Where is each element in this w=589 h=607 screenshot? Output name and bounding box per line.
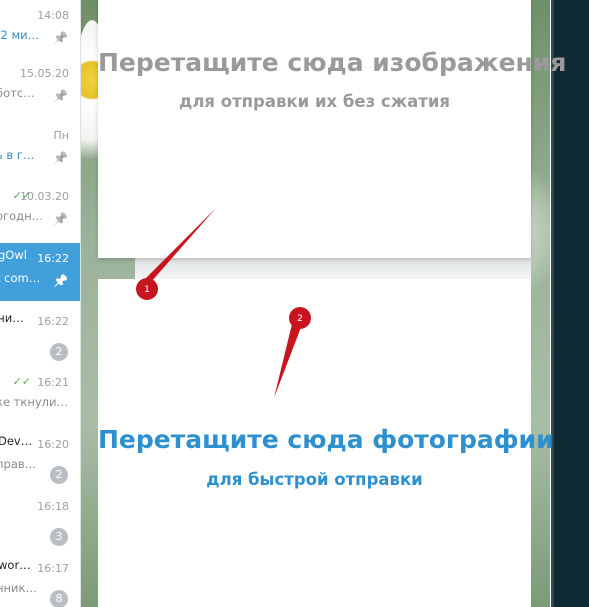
chat-title: чи… (0, 311, 24, 325)
drop-zone-uncompressed[interactable]: Перетащите сюда изображения для отправки… (98, 0, 567, 258)
chat-list-item[interactable]: огодн… 10.03.20 ✓✓ 📌 (0, 181, 80, 239)
chat-preview: (2 ми… (0, 28, 40, 42)
drop-zone-uncompressed-title: Перетащите сюда изображения (98, 48, 567, 77)
chat-time: 16:20 (37, 438, 69, 451)
chat-time: 16:18 (37, 500, 69, 513)
chat-title: gOwl (0, 248, 27, 262)
chat-list-item[interactable]: ботс… 15.05.20 📌 (0, 58, 80, 116)
unread-badge: 8 (50, 590, 68, 607)
chat-time: 16:17 (37, 562, 69, 575)
chat-preview: нник… (0, 581, 37, 595)
chat-list-item[interactable]: ке ткнули… 16:21 ✓✓ (0, 367, 80, 425)
pin-icon: 📌 (53, 212, 68, 226)
chat-title: Dev… (0, 434, 33, 448)
pin-icon: 📌 (53, 89, 68, 103)
pin-icon: 📌 (53, 31, 68, 45)
pin-icon: 📌 (53, 151, 68, 165)
double-check-icon: ✓✓ (12, 375, 31, 388)
chat-list-item[interactable]: чи… 16:22 2 (0, 306, 80, 364)
chat-preview: ке ткнули… (0, 395, 68, 409)
chat-time: 15.05.20 (20, 67, 69, 80)
chat-time: 16:21 (37, 376, 69, 389)
chat-preview: ь в г… (0, 148, 35, 162)
chat-time: 16:22 (37, 252, 69, 265)
chat-list-item[interactable]: gOwl t com… 16:22 📌 (0, 243, 80, 301)
chat-list-item[interactable]: wor… нник… 16:17 8 (0, 553, 80, 607)
chat-time: 16:22 (37, 315, 69, 328)
unread-badge: 3 (50, 528, 68, 546)
drop-zone-separator (135, 258, 531, 279)
unread-badge: 2 (50, 343, 68, 361)
chat-preview: ботс… (0, 86, 35, 100)
drop-zone-quick-send-title: Перетащите сюда фотографии (98, 425, 554, 454)
chat-time: Пн (53, 129, 69, 142)
chat-list-item[interactable]: 16:18 3 (0, 491, 80, 549)
double-check-icon: ✓✓ (12, 189, 31, 202)
chat-list[interactable]: (2 ми… 14:08 📌 ботс… 15.05.20 📌 ь в г… Пн 📌 огодн… (0, 0, 81, 607)
chat-time: 14:08 (37, 9, 69, 22)
drop-zone-quick-send[interactable]: Перетащите сюда фотографии для быстрой о… (98, 279, 554, 607)
pin-icon: 📌 (53, 274, 68, 288)
chat-list-item[interactable]: (2 ми… 14:08 📌 (0, 0, 80, 58)
right-side-panel (551, 0, 589, 607)
drop-zone-quick-send-subtitle: для быстрой отправки (206, 470, 423, 489)
chat-list-item[interactable]: ь в г… Пн 📌 (0, 120, 80, 178)
drop-zone-uncompressed-subtitle: для отправки их без сжатия (179, 92, 450, 111)
chat-preview: огодн… (0, 209, 44, 223)
chat-preview: прав… (0, 457, 37, 471)
chat-list-item[interactable]: Dev… прав… 16:20 2 (0, 429, 80, 487)
chat-preview: t com… (0, 271, 41, 285)
unread-badge: 2 (50, 466, 68, 484)
chat-title: wor… (0, 558, 31, 572)
